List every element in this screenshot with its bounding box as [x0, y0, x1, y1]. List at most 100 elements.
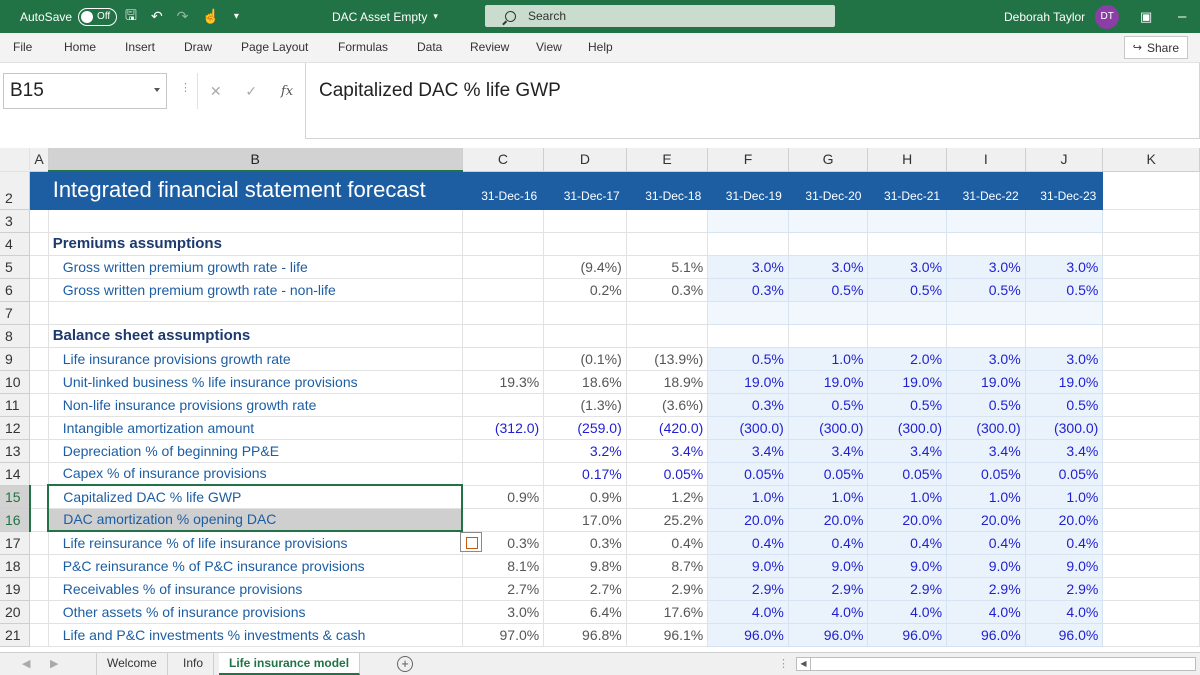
value-cell[interactable]: 3.0% — [462, 600, 545, 624]
value-cell[interactable]: 19.0% — [946, 370, 1026, 394]
value-cell[interactable]: 9.0% — [788, 554, 869, 578]
cell-a[interactable] — [29, 370, 49, 394]
scroll-tabs-right-icon[interactable]: ▶ — [50, 657, 58, 670]
tab-help[interactable]: Help — [588, 40, 613, 54]
value-cell[interactable]: 9.0% — [867, 554, 948, 578]
tab-insert[interactable]: Insert — [125, 40, 155, 54]
value-cell[interactable] — [707, 301, 789, 325]
row-header-20[interactable]: 20 — [0, 600, 31, 624]
value-cell[interactable]: 20.0% — [946, 508, 1026, 532]
value-cell[interactable]: 1.2% — [626, 485, 709, 509]
cell-a[interactable] — [29, 278, 49, 302]
value-cell[interactable] — [462, 393, 545, 417]
row-header-12[interactable]: 12 — [0, 416, 31, 440]
value-cell[interactable]: (300.0) — [707, 416, 789, 440]
tab-formulas[interactable]: Formulas — [338, 40, 388, 54]
value-cell[interactable]: 9.0% — [1025, 554, 1104, 578]
splitter-handle-icon[interactable]: ⋮ — [778, 657, 789, 670]
cell-a[interactable] — [29, 439, 49, 463]
touch-mode-icon[interactable]: ☝ — [202, 8, 219, 25]
cell-k[interactable] — [1102, 485, 1200, 509]
column-header-f[interactable]: F — [707, 148, 789, 172]
value-cell[interactable] — [788, 301, 869, 325]
row-label[interactable]: Capitalized DAC % life GWP — [47, 484, 464, 509]
row-label[interactable]: Receivables % of insurance provisions — [48, 577, 463, 601]
value-cell[interactable]: 3.0% — [946, 255, 1026, 279]
name-box[interactable]: B15 — [3, 73, 167, 109]
autosave-toggle[interactable]: Off — [78, 7, 118, 26]
value-cell[interactable]: 0.2% — [543, 278, 627, 302]
value-cell[interactable] — [946, 324, 1026, 348]
quick-analysis-icon[interactable] — [460, 532, 482, 552]
value-cell[interactable] — [867, 232, 948, 256]
value-cell[interactable] — [462, 508, 545, 532]
value-cell[interactable]: 3.0% — [788, 255, 869, 279]
row-header-3[interactable]: 3 — [0, 209, 31, 233]
value-cell[interactable]: 3.2% — [543, 439, 627, 463]
section-heading[interactable]: Balance sheet assumptions — [48, 324, 463, 348]
redo-icon[interactable]: ↷ — [177, 8, 189, 25]
column-header-d[interactable]: D — [543, 148, 627, 172]
column-header-g[interactable]: G — [788, 148, 869, 172]
cell-k[interactable] — [1102, 416, 1200, 440]
value-cell[interactable]: 0.4% — [788, 531, 869, 555]
horizontal-scrollbar[interactable]: ◀ — [796, 657, 1196, 671]
value-cell[interactable] — [462, 232, 545, 256]
tab-view[interactable]: View — [536, 40, 562, 54]
date-header[interactable]: 31-Dec-17 — [543, 171, 627, 210]
date-header[interactable]: 31-Dec-22 — [946, 171, 1026, 210]
row-label[interactable]: Unit-linked business % life insurance pr… — [48, 370, 463, 394]
row-header-9[interactable]: 9 — [0, 347, 31, 371]
cell-b[interactable] — [48, 209, 463, 233]
undo-icon[interactable]: ↶ — [151, 8, 163, 25]
value-cell[interactable]: 4.0% — [788, 600, 869, 624]
cell-k[interactable] — [1102, 554, 1200, 578]
value-cell[interactable]: 0.3% — [707, 278, 789, 302]
enter-icon[interactable]: ✓ — [245, 83, 257, 100]
value-cell[interactable] — [462, 209, 545, 233]
value-cell[interactable]: 0.5% — [1025, 393, 1104, 417]
cell-a[interactable] — [29, 347, 49, 371]
value-cell[interactable]: 8.1% — [462, 554, 545, 578]
column-header-c[interactable]: C — [462, 148, 545, 172]
value-cell[interactable]: 9.0% — [946, 554, 1026, 578]
value-cell[interactable]: 0.9% — [543, 485, 627, 509]
row-label[interactable]: Gross written premium growth rate - life — [48, 255, 463, 279]
cell-k[interactable] — [1102, 255, 1200, 279]
cell-a[interactable] — [29, 232, 49, 256]
minimize-icon[interactable]: – — [1178, 0, 1186, 33]
cell-a[interactable] — [29, 301, 49, 325]
row-label[interactable]: Life insurance provisions growth rate — [48, 347, 463, 371]
value-cell[interactable] — [626, 209, 709, 233]
ribbon-display-options-icon[interactable]: ▣ — [1140, 0, 1152, 33]
value-cell[interactable]: 18.6% — [543, 370, 627, 394]
value-cell[interactable] — [867, 324, 948, 348]
value-cell[interactable]: 9.0% — [707, 554, 789, 578]
value-cell[interactable] — [707, 324, 789, 348]
value-cell[interactable]: 1.0% — [1025, 485, 1104, 509]
value-cell[interactable] — [462, 439, 545, 463]
row-label[interactable]: DAC amortization % opening DAC — [47, 508, 464, 532]
value-cell[interactable]: 96.8% — [543, 623, 627, 647]
row-header-21[interactable]: 21 — [0, 623, 31, 647]
value-cell[interactable]: (0.1%) — [543, 347, 627, 371]
tab-home[interactable]: Home — [64, 40, 96, 54]
cell-a[interactable] — [29, 508, 49, 532]
value-cell[interactable] — [543, 209, 627, 233]
value-cell[interactable]: 3.0% — [867, 255, 948, 279]
row-header-5[interactable]: 5 — [0, 255, 31, 279]
value-cell[interactable]: 4.0% — [707, 600, 789, 624]
value-cell[interactable]: (9.4%) — [543, 255, 627, 279]
cell-k[interactable] — [1102, 370, 1200, 394]
column-header-h[interactable]: H — [867, 148, 948, 172]
share-button[interactable]: ↪ Share — [1123, 36, 1188, 59]
cell-k[interactable] — [1102, 209, 1200, 233]
value-cell[interactable]: 5.1% — [626, 255, 709, 279]
value-cell[interactable]: 25.2% — [626, 508, 709, 532]
cell-k[interactable] — [1102, 577, 1200, 601]
value-cell[interactable] — [1025, 209, 1104, 233]
column-header-k[interactable]: K — [1102, 148, 1200, 172]
value-cell[interactable]: 0.5% — [946, 393, 1026, 417]
value-cell[interactable]: 4.0% — [1025, 600, 1104, 624]
value-cell[interactable]: 0.3% — [707, 393, 789, 417]
